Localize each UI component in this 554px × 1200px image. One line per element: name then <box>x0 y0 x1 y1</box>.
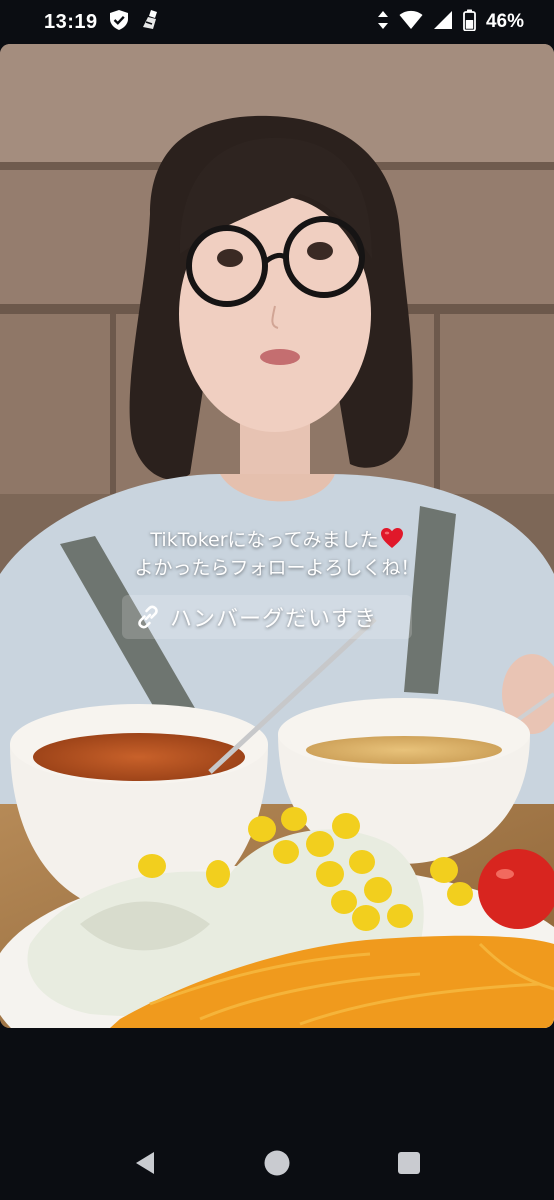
back-icon <box>136 1152 154 1174</box>
video-caption: TikTokerになってみました よかったらフォローよろしくね！ <box>0 526 554 582</box>
shield-check-icon <box>108 9 130 35</box>
home-icon <box>264 1150 290 1176</box>
caption-line-1: TikTokerになってみました <box>0 526 554 554</box>
heart-emoji-icon <box>380 528 403 548</box>
back-button[interactable] <box>130 1148 160 1178</box>
recents-icon <box>398 1152 420 1174</box>
status-bar: 13:19 46% <box>0 0 554 44</box>
home-button[interactable] <box>262 1148 292 1178</box>
caption-text-1: TikTokerになってみました <box>150 529 379 551</box>
recents-button[interactable] <box>394 1148 424 1178</box>
bio-link-label: ハンバーグだいすき <box>170 607 378 632</box>
status-time: 13:19 <box>44 10 98 33</box>
wifi-icon <box>399 10 423 34</box>
navigation-bar <box>0 1128 554 1200</box>
video-player[interactable]: TikTokerになってみました よかったらフォローよろしくね！ ハンバーグだい… <box>0 44 554 1028</box>
app-notification-icon <box>140 9 160 35</box>
cell-signal-icon <box>433 10 453 34</box>
battery-icon <box>463 9 476 35</box>
data-arrows-icon <box>377 10 389 34</box>
caption-line-2: よかったらフォローよろしくね！ <box>134 557 420 579</box>
link-icon <box>138 605 158 629</box>
screen: 13:19 46% TikTokerになってみました よかったらフォローよろしく… <box>0 0 554 1200</box>
bio-link-chip[interactable]: ハンバーグだいすき <box>122 595 412 639</box>
status-left: 13:19 <box>44 9 160 35</box>
status-right: 46% <box>377 9 524 35</box>
battery-percent: 46% <box>485 11 524 32</box>
